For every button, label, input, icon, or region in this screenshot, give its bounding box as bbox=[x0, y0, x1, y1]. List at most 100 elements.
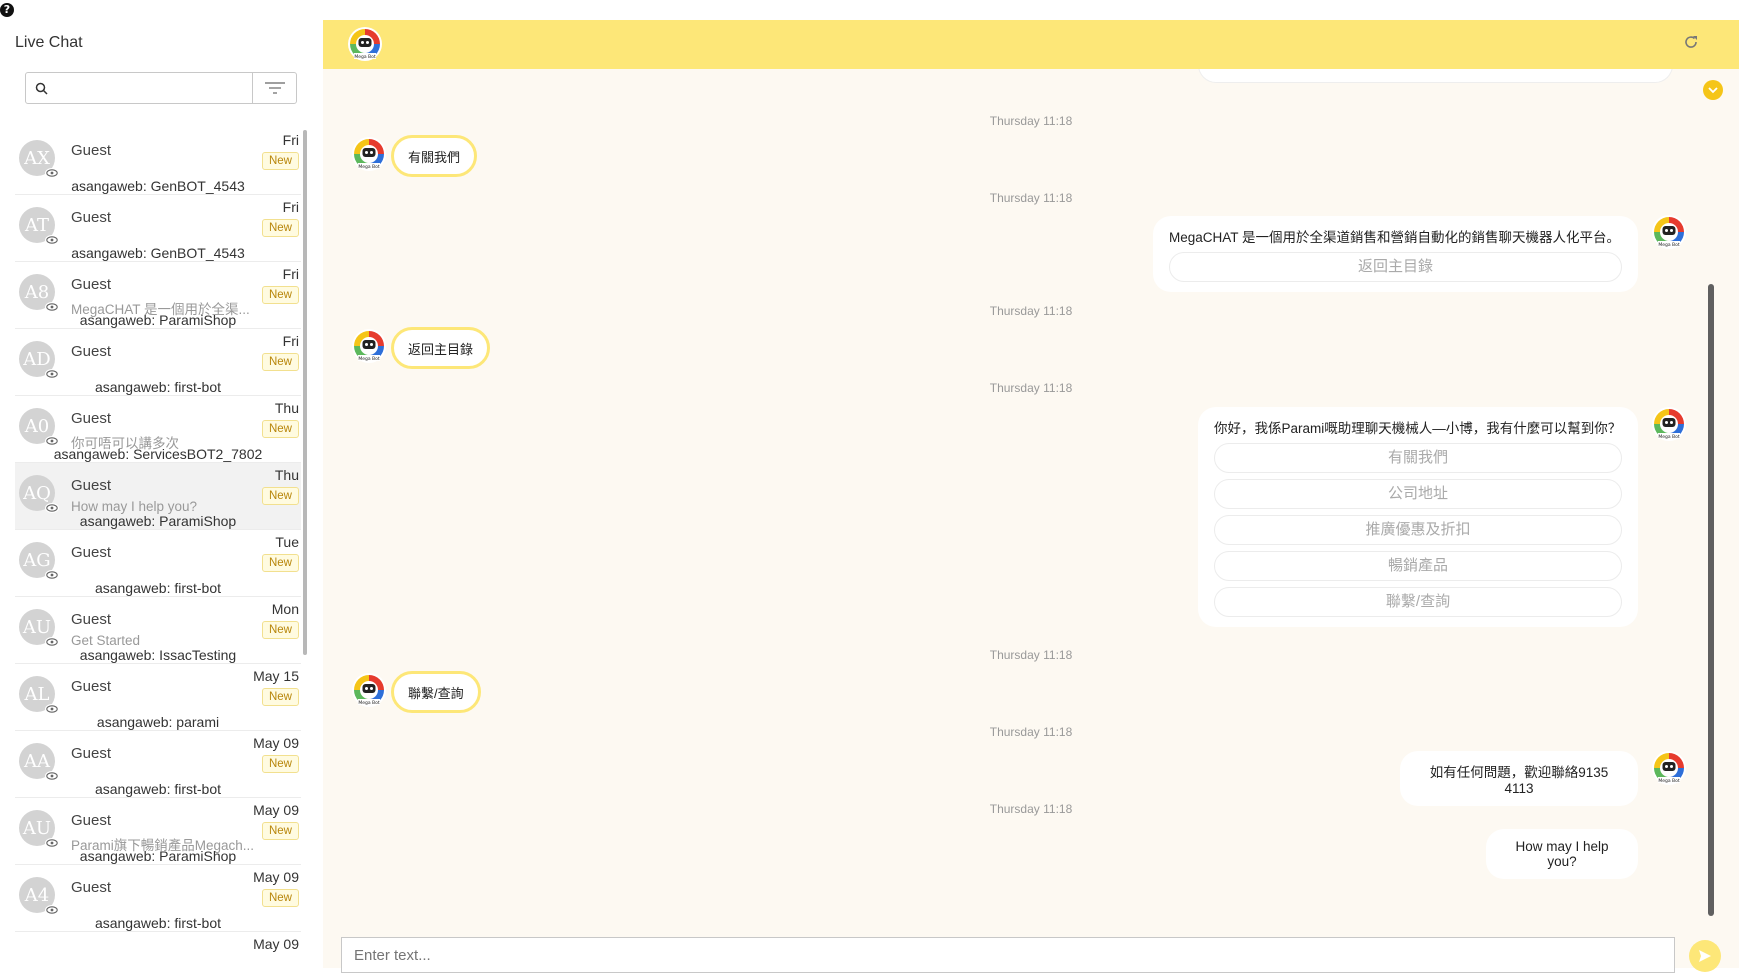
svg-text:Mega Bot: Mega Bot bbox=[1658, 778, 1680, 784]
chevron-down-icon[interactable] bbox=[1703, 80, 1723, 100]
conversation-item[interactable]: AT Guest asangaweb: GenBOT_4543 Fri New bbox=[15, 195, 301, 262]
message-timestamp: Thursday 11:18 bbox=[989, 304, 1073, 318]
new-badge: New bbox=[261, 420, 299, 438]
refresh-icon[interactable] bbox=[1683, 34, 1699, 55]
conversation-date: May 09 bbox=[253, 735, 299, 751]
bot-message: MegaCHAT 是一個用於全渠道銷售和營銷自動化的銷售聊天機器人化平台。 返回… bbox=[1153, 216, 1638, 292]
search-input[interactable] bbox=[56, 73, 252, 103]
eye-icon bbox=[45, 302, 59, 312]
eye-icon bbox=[45, 771, 59, 781]
eye-icon bbox=[45, 570, 59, 580]
conversation-item[interactable]: A8 Guest MegaCHAT 是一個用於全渠... asangaweb: … bbox=[15, 262, 301, 329]
conversation-date: May 09 bbox=[253, 869, 299, 885]
conversation-item[interactable]: AQ Guest How may I help you? asangaweb: … bbox=[15, 463, 301, 530]
conversation-source: asangaweb: GenBOT_4543 bbox=[71, 178, 245, 194]
chat-header-logo: Mega Bot bbox=[347, 26, 383, 67]
conversation-date: Fri bbox=[282, 333, 299, 349]
conversation-date: Fri bbox=[282, 199, 299, 215]
user-avatar: Mega Bot bbox=[351, 328, 387, 369]
conversation-name: Guest bbox=[71, 343, 112, 360]
message-timestamp: Thursday 11:18 bbox=[989, 802, 1073, 816]
quick-reply-button[interactable]: 返回主目錄 bbox=[1169, 252, 1622, 282]
conversation-source: asangaweb: IssacTesting bbox=[79, 647, 237, 663]
user-message: 有關我們 bbox=[391, 135, 478, 177]
svg-text:Mega Bot: Mega Bot bbox=[1658, 242, 1680, 248]
conversation-name: Guest bbox=[71, 812, 112, 829]
quick-reply-button[interactable]: 聯繫/查詢 bbox=[1214, 587, 1622, 617]
bot-message: 你好，我係Parami嘅助理聊天機械人—小博，我有什麼可以幫到你？ 有關我們 公… bbox=[1198, 407, 1638, 627]
conversation-name: Guest bbox=[71, 142, 112, 159]
conversation-source: asangaweb: ParamiShop bbox=[79, 312, 237, 328]
bot-message-text: MegaCHAT 是一個用於全渠道銷售和營銷自動化的銷售聊天機器人化平台。 bbox=[1169, 230, 1621, 245]
message-timestamp: Thursday 11:18 bbox=[989, 191, 1073, 205]
conversation-item[interactable]: AU Guest Get Started asangaweb: IssacTes… bbox=[15, 597, 301, 664]
conversation-item[interactable]: AG Guest asangaweb: first-bot Tue New bbox=[15, 530, 301, 597]
conversation-item[interactable]: AD Guest asangaweb: first-bot Fri New bbox=[15, 329, 301, 396]
conversation-source: asangaweb: parami bbox=[96, 714, 220, 730]
new-badge: New bbox=[261, 286, 299, 304]
conversation-preview: How may I help you? bbox=[71, 499, 198, 514]
send-icon[interactable] bbox=[1689, 940, 1721, 972]
chat-scrollbar[interactable] bbox=[1708, 284, 1714, 916]
conversation-source: asangaweb: ParamiShop bbox=[79, 513, 237, 529]
conversation-item[interactable]: A4 Guest asangaweb: first-bot May 09 New bbox=[15, 865, 301, 932]
conversation-item[interactable]: AU Guest Parami旗下暢銷產品Megach... asangaweb… bbox=[15, 798, 301, 865]
new-badge: New bbox=[261, 822, 299, 840]
conversation-date: May 09 bbox=[253, 802, 299, 818]
conversation-item[interactable]: AA Guest asangaweb: first-bot May 09 New bbox=[15, 731, 301, 798]
bot-logo-icon: Mega Bot bbox=[352, 673, 386, 707]
quick-reply-button[interactable]: 推廣優惠及折扣 bbox=[1214, 515, 1622, 545]
conversation-source: asangaweb: first-bot bbox=[94, 781, 222, 797]
conversation-date: Mon bbox=[271, 601, 299, 617]
new-badge: New bbox=[261, 755, 299, 773]
conversation-date: May 09 bbox=[253, 936, 299, 952]
quick-reply-button[interactable]: 暢銷產品 bbox=[1214, 551, 1622, 581]
bot-logo-icon: Mega Bot bbox=[348, 27, 382, 61]
message-timestamp: Thursday 11:18 bbox=[989, 381, 1073, 395]
bot-logo-icon: Mega Bot bbox=[1652, 407, 1686, 441]
conversation-name: Guest bbox=[71, 879, 112, 896]
quick-reply-button[interactable]: 公司地址 bbox=[1214, 479, 1622, 509]
sidebar: Live Chat AX Guest asangaweb: GenBOT_454… bbox=[0, 18, 320, 968]
conversation-item[interactable]: AL Guest asangaweb: parami May 15 New bbox=[15, 664, 301, 731]
new-badge: New bbox=[261, 219, 299, 237]
conversation-source: asangaweb: ServicesBOT2_7802 bbox=[53, 446, 263, 462]
bot-logo-icon: Mega Bot bbox=[1652, 215, 1686, 249]
conversation-name: Guest bbox=[71, 276, 112, 293]
search-icon bbox=[26, 73, 56, 103]
conversation-item[interactable]: A0 Guest 你可唔可以講多次 asangaweb: ServicesBOT… bbox=[15, 396, 301, 463]
filter-icon[interactable] bbox=[252, 73, 296, 103]
eye-icon bbox=[45, 369, 59, 379]
user-message: 聯繫/查詢 bbox=[391, 671, 481, 713]
chat-header: Mega Bot bbox=[323, 20, 1739, 69]
sidebar-title: Live Chat bbox=[15, 34, 83, 51]
conversation-name: Guest bbox=[71, 678, 112, 695]
conversation-date: Fri bbox=[282, 132, 299, 148]
conversation-source: asangaweb: first-bot bbox=[94, 915, 222, 931]
quick-reply-button[interactable]: 有關我們 bbox=[1214, 443, 1622, 473]
bot-avatar: Mega Bot bbox=[1651, 406, 1687, 447]
bot-logo-icon: Mega Bot bbox=[352, 137, 386, 171]
new-badge: New bbox=[261, 621, 299, 639]
eye-icon bbox=[45, 503, 59, 513]
eye-icon bbox=[45, 905, 59, 915]
search-box bbox=[25, 72, 297, 104]
sidebar-scrollbar[interactable] bbox=[303, 130, 307, 655]
svg-text:Mega Bot: Mega Bot bbox=[358, 700, 380, 706]
conversation-item[interactable]: May 09 bbox=[15, 932, 301, 968]
svg-text:Mega Bot: Mega Bot bbox=[1658, 434, 1680, 440]
conversation-name: Guest bbox=[71, 209, 112, 226]
bot-message-text: 如有任何問題，歡迎聯絡9135 4113 bbox=[1429, 765, 1609, 796]
conversation-item[interactable]: AX Guest asangaweb: GenBOT_4543 Fri New bbox=[15, 128, 301, 195]
conversation-date: May 15 bbox=[253, 668, 299, 684]
help-icon[interactable]: ? bbox=[0, 3, 14, 17]
bot-message: 如有任何問題，歡迎聯絡9135 4113 bbox=[1400, 751, 1638, 806]
message-timestamp: Thursday 11:18 bbox=[989, 648, 1073, 662]
user-message: 返回主目錄 bbox=[391, 327, 491, 369]
bot-avatar: Mega Bot bbox=[1651, 750, 1687, 791]
message-input[interactable] bbox=[342, 938, 1674, 972]
svg-text:Mega Bot: Mega Bot bbox=[358, 356, 380, 362]
conversation-list: AX Guest asangaweb: GenBOT_4543 Fri New … bbox=[15, 128, 301, 968]
user-avatar: Mega Bot bbox=[351, 672, 387, 713]
eye-icon bbox=[45, 704, 59, 714]
